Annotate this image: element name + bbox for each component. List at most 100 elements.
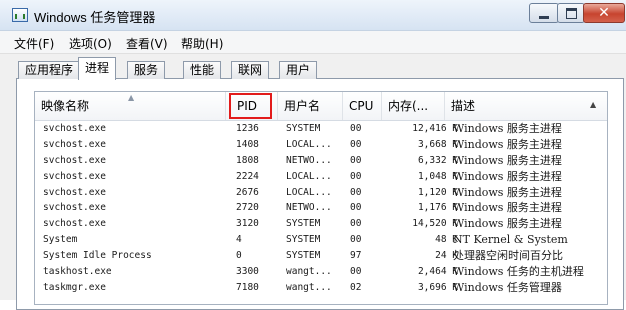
- table-row[interactable]: svchost.exe 2676 LOCAL... 00 1,120 K Win…: [35, 185, 607, 201]
- cell-user: SYSTEM: [286, 123, 321, 134]
- column-description[interactable]: 描述: [445, 92, 585, 120]
- cell-pid: 3300: [236, 266, 259, 278]
- cell-pid: 2224: [236, 170, 259, 182]
- cell-description: Windows 服务主进程: [453, 122, 562, 135]
- tab-performance[interactable]: 性能: [183, 61, 222, 79]
- cell-image-name: taskmgr.exe: [43, 281, 106, 293]
- title-bar: Windows 任务管理器 ✕: [0, 0, 626, 31]
- menu-options[interactable]: 选项(O): [69, 35, 112, 52]
- table-row[interactable]: taskmgr.exe 7180 wangt... 02 3,696 K Win…: [35, 280, 607, 296]
- cell-memory: 24 K: [435, 250, 458, 262]
- table-row[interactable]: svchost.exe 3120 SYSTEM 00 14,520 K Wind…: [35, 216, 607, 232]
- cell-user: SYSTEM: [286, 234, 321, 246]
- cell-user: SYSTEM: [286, 250, 321, 262]
- cell-pid: 3120: [236, 218, 259, 230]
- cell-user: NETWO...: [286, 154, 332, 166]
- cell-user: SYSTEM: [286, 218, 321, 230]
- table-row[interactable]: System Idle Process 0 SYSTEM 97 24 K 处理器…: [35, 248, 607, 264]
- cell-user: LOCAL...: [286, 138, 332, 150]
- cell-description: Windows 任务管理器: [453, 280, 562, 294]
- cell-cpu: 97: [350, 250, 362, 262]
- process-list[interactable]: 映像名称 ▲ PID 用户名 CPU 内存(... 描述 ▲ svchost.e…: [34, 91, 608, 305]
- cell-description: Windows 服务主进程: [453, 153, 562, 167]
- cell-memory: 6,332 K: [417, 154, 458, 166]
- cell-user: wangt...: [286, 281, 332, 293]
- close-icon: ✕: [598, 5, 610, 21]
- column-header-row: 映像名称 ▲ PID 用户名 CPU 内存(... 描述 ▲: [35, 92, 607, 121]
- table-row[interactable]: svchost.exe 1808 NETWO... 00 6,332 K Win…: [35, 153, 607, 169]
- cell-memory: 12,416 K: [412, 123, 458, 134]
- column-user-name[interactable]: 用户名: [278, 92, 343, 120]
- cell-cpu: 00: [350, 123, 362, 134]
- menu-help[interactable]: 帮助(H): [181, 35, 223, 52]
- cell-description: NT Kernel & System: [453, 233, 568, 247]
- cell-image-name: svchost.exe: [43, 138, 106, 150]
- column-label: 用户名: [284, 99, 321, 113]
- cell-user: NETWO...: [286, 202, 332, 214]
- cell-memory: 1,176 K: [417, 202, 458, 214]
- close-button[interactable]: ✕: [583, 3, 625, 23]
- table-row[interactable]: taskhost.exe 3300 wangt... 00 2,464 K Wi…: [35, 264, 607, 280]
- cell-description: Windows 服务主进程: [453, 137, 562, 151]
- column-cpu[interactable]: CPU: [343, 92, 382, 120]
- cell-cpu: 00: [350, 266, 362, 278]
- menu-view[interactable]: 查看(V): [126, 35, 168, 52]
- cell-cpu: 00: [350, 170, 362, 182]
- cell-pid: 7180: [236, 281, 259, 293]
- minimize-button[interactable]: [529, 3, 559, 23]
- cell-description: Windows 服务主进程: [453, 169, 562, 183]
- column-label: 内存(...: [388, 99, 429, 113]
- tab-networking[interactable]: 联网: [231, 61, 270, 79]
- cell-image-name: svchost.exe: [43, 218, 106, 230]
- cell-memory: 2,464 K: [417, 266, 458, 278]
- tab-users[interactable]: 用户: [279, 61, 318, 79]
- tab-services[interactable]: 服务: [127, 61, 166, 79]
- cell-pid: 1236: [236, 123, 259, 134]
- table-row[interactable]: svchost.exe 1408 LOCAL... 00 3,668 K Win…: [35, 137, 607, 153]
- tab-strip: 应用程序 进程 服务 性能 联网 用户: [0, 57, 626, 80]
- cell-description: Windows 服务主进程: [453, 185, 562, 199]
- cell-image-name: System: [43, 234, 78, 246]
- cell-cpu: 00: [350, 154, 362, 166]
- cell-pid: 0: [236, 250, 242, 262]
- menu-bar: 文件(F) 选项(O) 查看(V) 帮助(H): [0, 31, 626, 54]
- cell-image-name: svchost.exe: [43, 123, 106, 134]
- cell-user: wangt...: [286, 266, 332, 278]
- cell-memory: 3,668 K: [417, 138, 458, 150]
- column-label: CPU: [349, 99, 374, 113]
- cell-description: Windows 服务主进程: [453, 201, 562, 215]
- cell-cpu: 00: [350, 234, 362, 246]
- tab-processes[interactable]: 进程: [78, 57, 117, 80]
- column-label: 映像名称: [41, 99, 90, 113]
- cell-memory: 1,120 K: [417, 186, 458, 198]
- table-row[interactable]: svchost.exe 2224 LOCAL... 00 1,048 K Win…: [35, 169, 607, 185]
- cell-image-name: taskhost.exe: [43, 266, 112, 278]
- table-row[interactable]: svchost.exe 1236 SYSTEM 00 12,416 K Wind…: [35, 121, 607, 137]
- cell-image-name: svchost.exe: [43, 170, 106, 182]
- cell-memory: 14,520 K: [412, 218, 458, 230]
- maximize-icon: [565, 7, 577, 19]
- cell-memory: 3,696 K: [417, 281, 458, 293]
- scroll-up-icon[interactable]: ▲: [590, 100, 596, 109]
- cell-image-name: svchost.exe: [43, 202, 106, 214]
- cell-user: LOCAL...: [286, 186, 332, 198]
- cell-image-name: svchost.exe: [43, 154, 106, 166]
- cell-description: Windows 服务主进程: [453, 217, 562, 231]
- cell-pid: 4: [236, 234, 242, 246]
- app-icon: [12, 8, 28, 22]
- menu-file[interactable]: 文件(F): [14, 35, 54, 52]
- cell-cpu: 00: [350, 202, 362, 214]
- window-title: Windows 任务管理器: [34, 10, 156, 25]
- tab-applications[interactable]: 应用程序: [18, 61, 81, 79]
- minimize-icon: [539, 15, 549, 19]
- process-rows: svchost.exe 1236 SYSTEM 00 12,416 K Wind…: [35, 121, 607, 296]
- cell-pid: 2720: [236, 202, 259, 214]
- maximize-button[interactable]: [557, 3, 585, 23]
- column-memory[interactable]: 内存(...: [382, 92, 445, 120]
- table-row[interactable]: svchost.exe 2720 NETWO... 00 1,176 K Win…: [35, 200, 607, 216]
- pid-highlight-box: [229, 93, 272, 119]
- cell-pid: 2676: [236, 186, 259, 198]
- table-row[interactable]: System 4 SYSTEM 00 48 K NT Kernel & Syst…: [35, 232, 607, 248]
- cell-image-name: svchost.exe: [43, 186, 106, 198]
- cell-pid: 1808: [236, 154, 259, 166]
